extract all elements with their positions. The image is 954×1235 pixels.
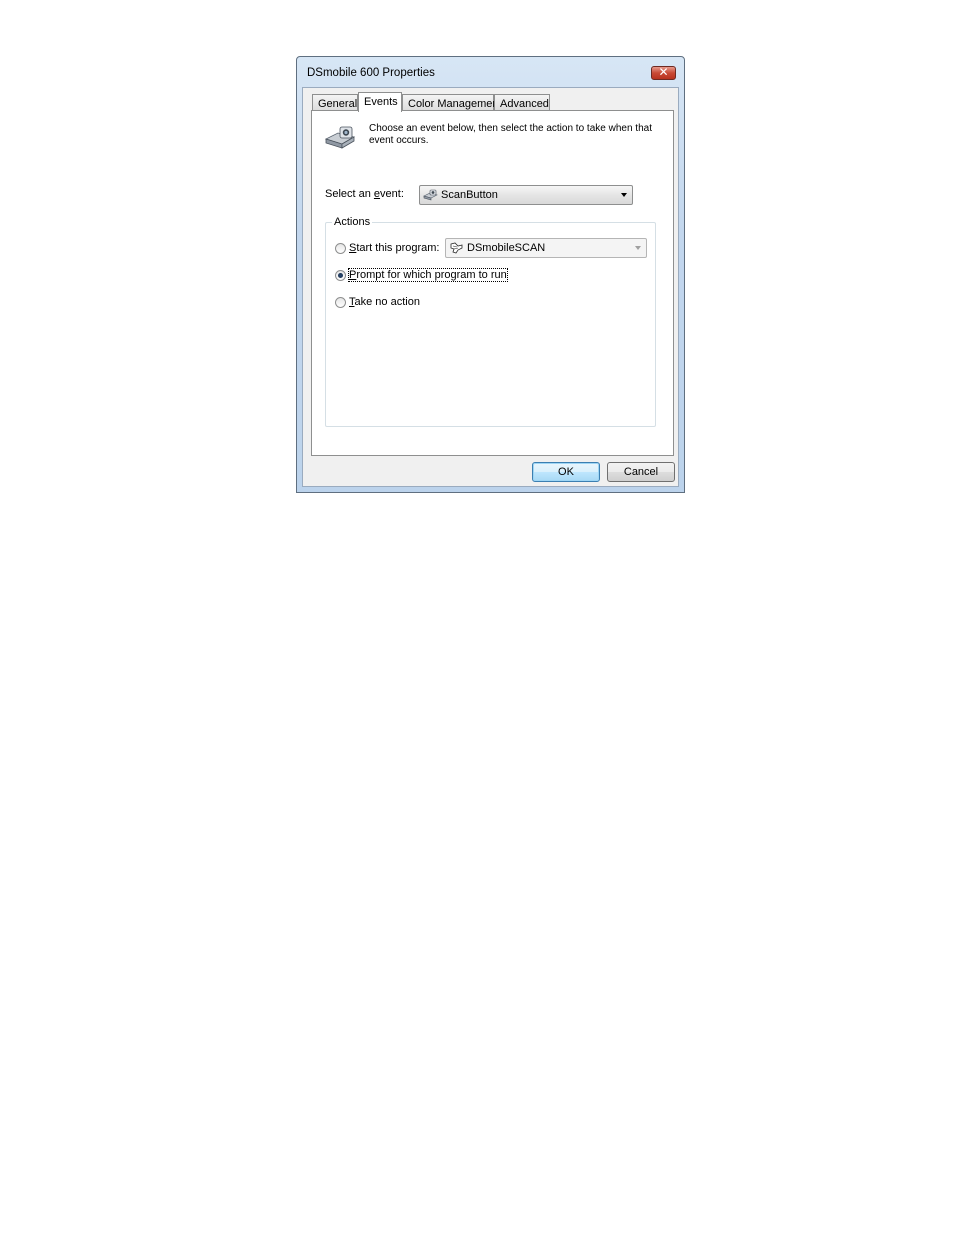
ok-button[interactable]: OK bbox=[532, 462, 600, 482]
tab-events[interactable]: Events bbox=[358, 92, 402, 112]
program-icon bbox=[450, 242, 463, 254]
chevron-down-icon bbox=[635, 246, 641, 250]
tab-advanced[interactable]: Advanced bbox=[494, 94, 550, 111]
chevron-down-icon bbox=[621, 193, 627, 197]
close-button[interactable]: ✕ bbox=[651, 65, 676, 80]
prompt-program-radio[interactable] bbox=[335, 270, 346, 281]
title-bar[interactable]: DSmobile 600 Properties ✕ bbox=[297, 57, 684, 87]
close-icon: ✕ bbox=[658, 65, 669, 79]
radio-selected-dot bbox=[338, 273, 343, 278]
start-program-text: tart this program: bbox=[356, 242, 440, 254]
program-select[interactable]: DSmobileSCAN bbox=[445, 238, 647, 258]
start-program-radio[interactable] bbox=[335, 243, 346, 254]
events-description: Choose an event below, then select the a… bbox=[369, 123, 652, 146]
prompt-program-label[interactable]: Prompt for which program to run bbox=[348, 268, 508, 282]
no-action-label[interactable]: Take no action bbox=[349, 296, 420, 308]
events-tab-panel: Choose an event below, then select the a… bbox=[311, 110, 674, 456]
start-program-label[interactable]: Start this program: bbox=[349, 242, 439, 254]
properties-dialog: DSmobile 600 Properties ✕ General Events… bbox=[296, 56, 685, 493]
tab-color-management[interactable]: Color Management bbox=[402, 94, 502, 111]
window-title: DSmobile 600 Properties bbox=[307, 67, 435, 79]
actions-group-title: Actions bbox=[332, 216, 373, 228]
select-event-label-pre: Select an bbox=[325, 188, 374, 200]
tab-general[interactable]: General bbox=[312, 94, 358, 111]
cancel-button[interactable]: Cancel bbox=[607, 462, 675, 482]
select-event-label: Select an event: bbox=[325, 188, 404, 200]
event-select[interactable]: ScanButton bbox=[419, 185, 633, 205]
dialog-client: General Events Color Management Advanced… bbox=[302, 87, 679, 487]
prompt-program-text: rompt for which program to run bbox=[356, 269, 507, 281]
select-event-label-post: vent: bbox=[380, 188, 404, 200]
scanner-small-icon bbox=[423, 189, 438, 201]
scanner-icon bbox=[324, 126, 356, 149]
no-action-text: ake no action bbox=[354, 296, 420, 308]
program-select-value: DSmobileSCAN bbox=[467, 242, 546, 254]
event-select-value: ScanButton bbox=[441, 189, 498, 201]
no-action-radio[interactable] bbox=[335, 297, 346, 308]
